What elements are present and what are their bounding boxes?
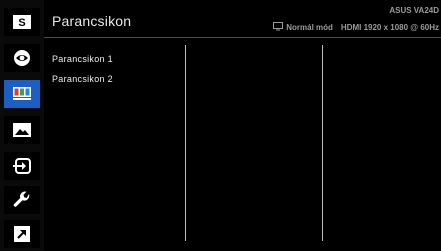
shortcut-arrow-icon [14, 226, 30, 242]
osd-menu: S Parancsikon ASUS VA24D Normál mód HDMI… [0, 0, 441, 251]
sidebar-item-eye-care[interactable] [4, 44, 40, 72]
image-icon [13, 123, 31, 137]
splendid-s-icon: S [13, 15, 31, 29]
sidebar-item-system-setup[interactable] [4, 186, 40, 214]
sidebar-item-input-select[interactable] [4, 152, 40, 180]
monitor-icon [273, 22, 284, 33]
splendid-s-letter: S [18, 17, 25, 29]
sidebar-item-splendid[interactable]: S [4, 8, 40, 36]
column-divider [322, 45, 323, 241]
wrench-icon [13, 191, 30, 207]
eye-care-icon [14, 50, 30, 66]
menu-list: Parancsikon 1 Parancsikon 2 [44, 39, 186, 251]
column-divider [185, 45, 186, 241]
list-item[interactable]: Parancsikon 1 [52, 54, 113, 64]
status-bar: Normál mód HDMI 1920 x 1080 @ 60Hz [273, 22, 439, 33]
sidebar-item-shortcut[interactable] [4, 220, 40, 248]
page-title: Parancsikon [52, 13, 132, 29]
list-item[interactable]: Parancsikon 2 [52, 74, 113, 84]
monitor-model: ASUS VA24D [389, 6, 439, 15]
sidebar: S [0, 0, 44, 251]
sidebar-item-color[interactable] [4, 80, 40, 108]
mode-label: Normál mód [286, 23, 333, 32]
signal-info: HDMI 1920 x 1080 @ 60Hz [340, 23, 439, 32]
color-bars-icon [13, 87, 31, 100]
menu-content: Parancsikon 1 Parancsikon 2 [44, 39, 441, 251]
input-select-icon [13, 158, 31, 174]
header: Parancsikon ASUS VA24D Normál mód HDMI 1… [44, 0, 441, 38]
sidebar-item-image[interactable] [4, 116, 40, 144]
